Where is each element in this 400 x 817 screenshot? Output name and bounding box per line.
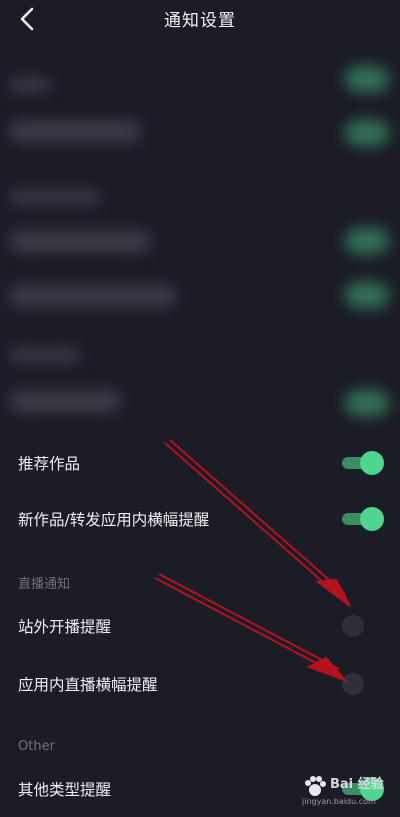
setting-label: 应用内直播横幅提醒	[18, 676, 158, 694]
toggle-switch-on[interactable]	[342, 507, 384, 531]
baidu-jingyan-watermark: Bai 经验 jingyan.baidu.com	[302, 769, 388, 809]
setting-row-new-works-banner[interactable]: 新作品/转发应用内横幅提醒	[0, 491, 400, 547]
header: 通知设置	[0, 0, 400, 40]
watermark-brand: Bai 经验	[330, 777, 384, 792]
blurred-settings-area	[0, 60, 400, 430]
setting-row-offsite-live[interactable]: 站外开播提醒	[0, 598, 400, 654]
toggle-switch-off[interactable]	[342, 673, 364, 695]
section-title-live: 直播通知	[18, 577, 71, 592]
watermark-url: jingyan.baidu.com	[302, 797, 376, 806]
setting-label: 新作品/转发应用内横幅提醒	[18, 511, 210, 529]
toggle-switch-off[interactable]	[342, 615, 364, 637]
page-title: 通知设置	[164, 11, 236, 31]
toggle-switch-on[interactable]	[342, 451, 384, 475]
setting-label: 站外开播提醒	[18, 618, 112, 636]
setting-label: 推荐作品	[18, 455, 81, 473]
section-title-other: Other	[18, 739, 55, 754]
paw-logo-icon	[305, 776, 326, 796]
setting-row-inapp-live-banner[interactable]: 应用内直播横幅提醒	[0, 656, 400, 712]
setting-row-recommended[interactable]: 推荐作品	[0, 435, 400, 491]
setting-label: 其他类型提醒	[18, 781, 112, 799]
